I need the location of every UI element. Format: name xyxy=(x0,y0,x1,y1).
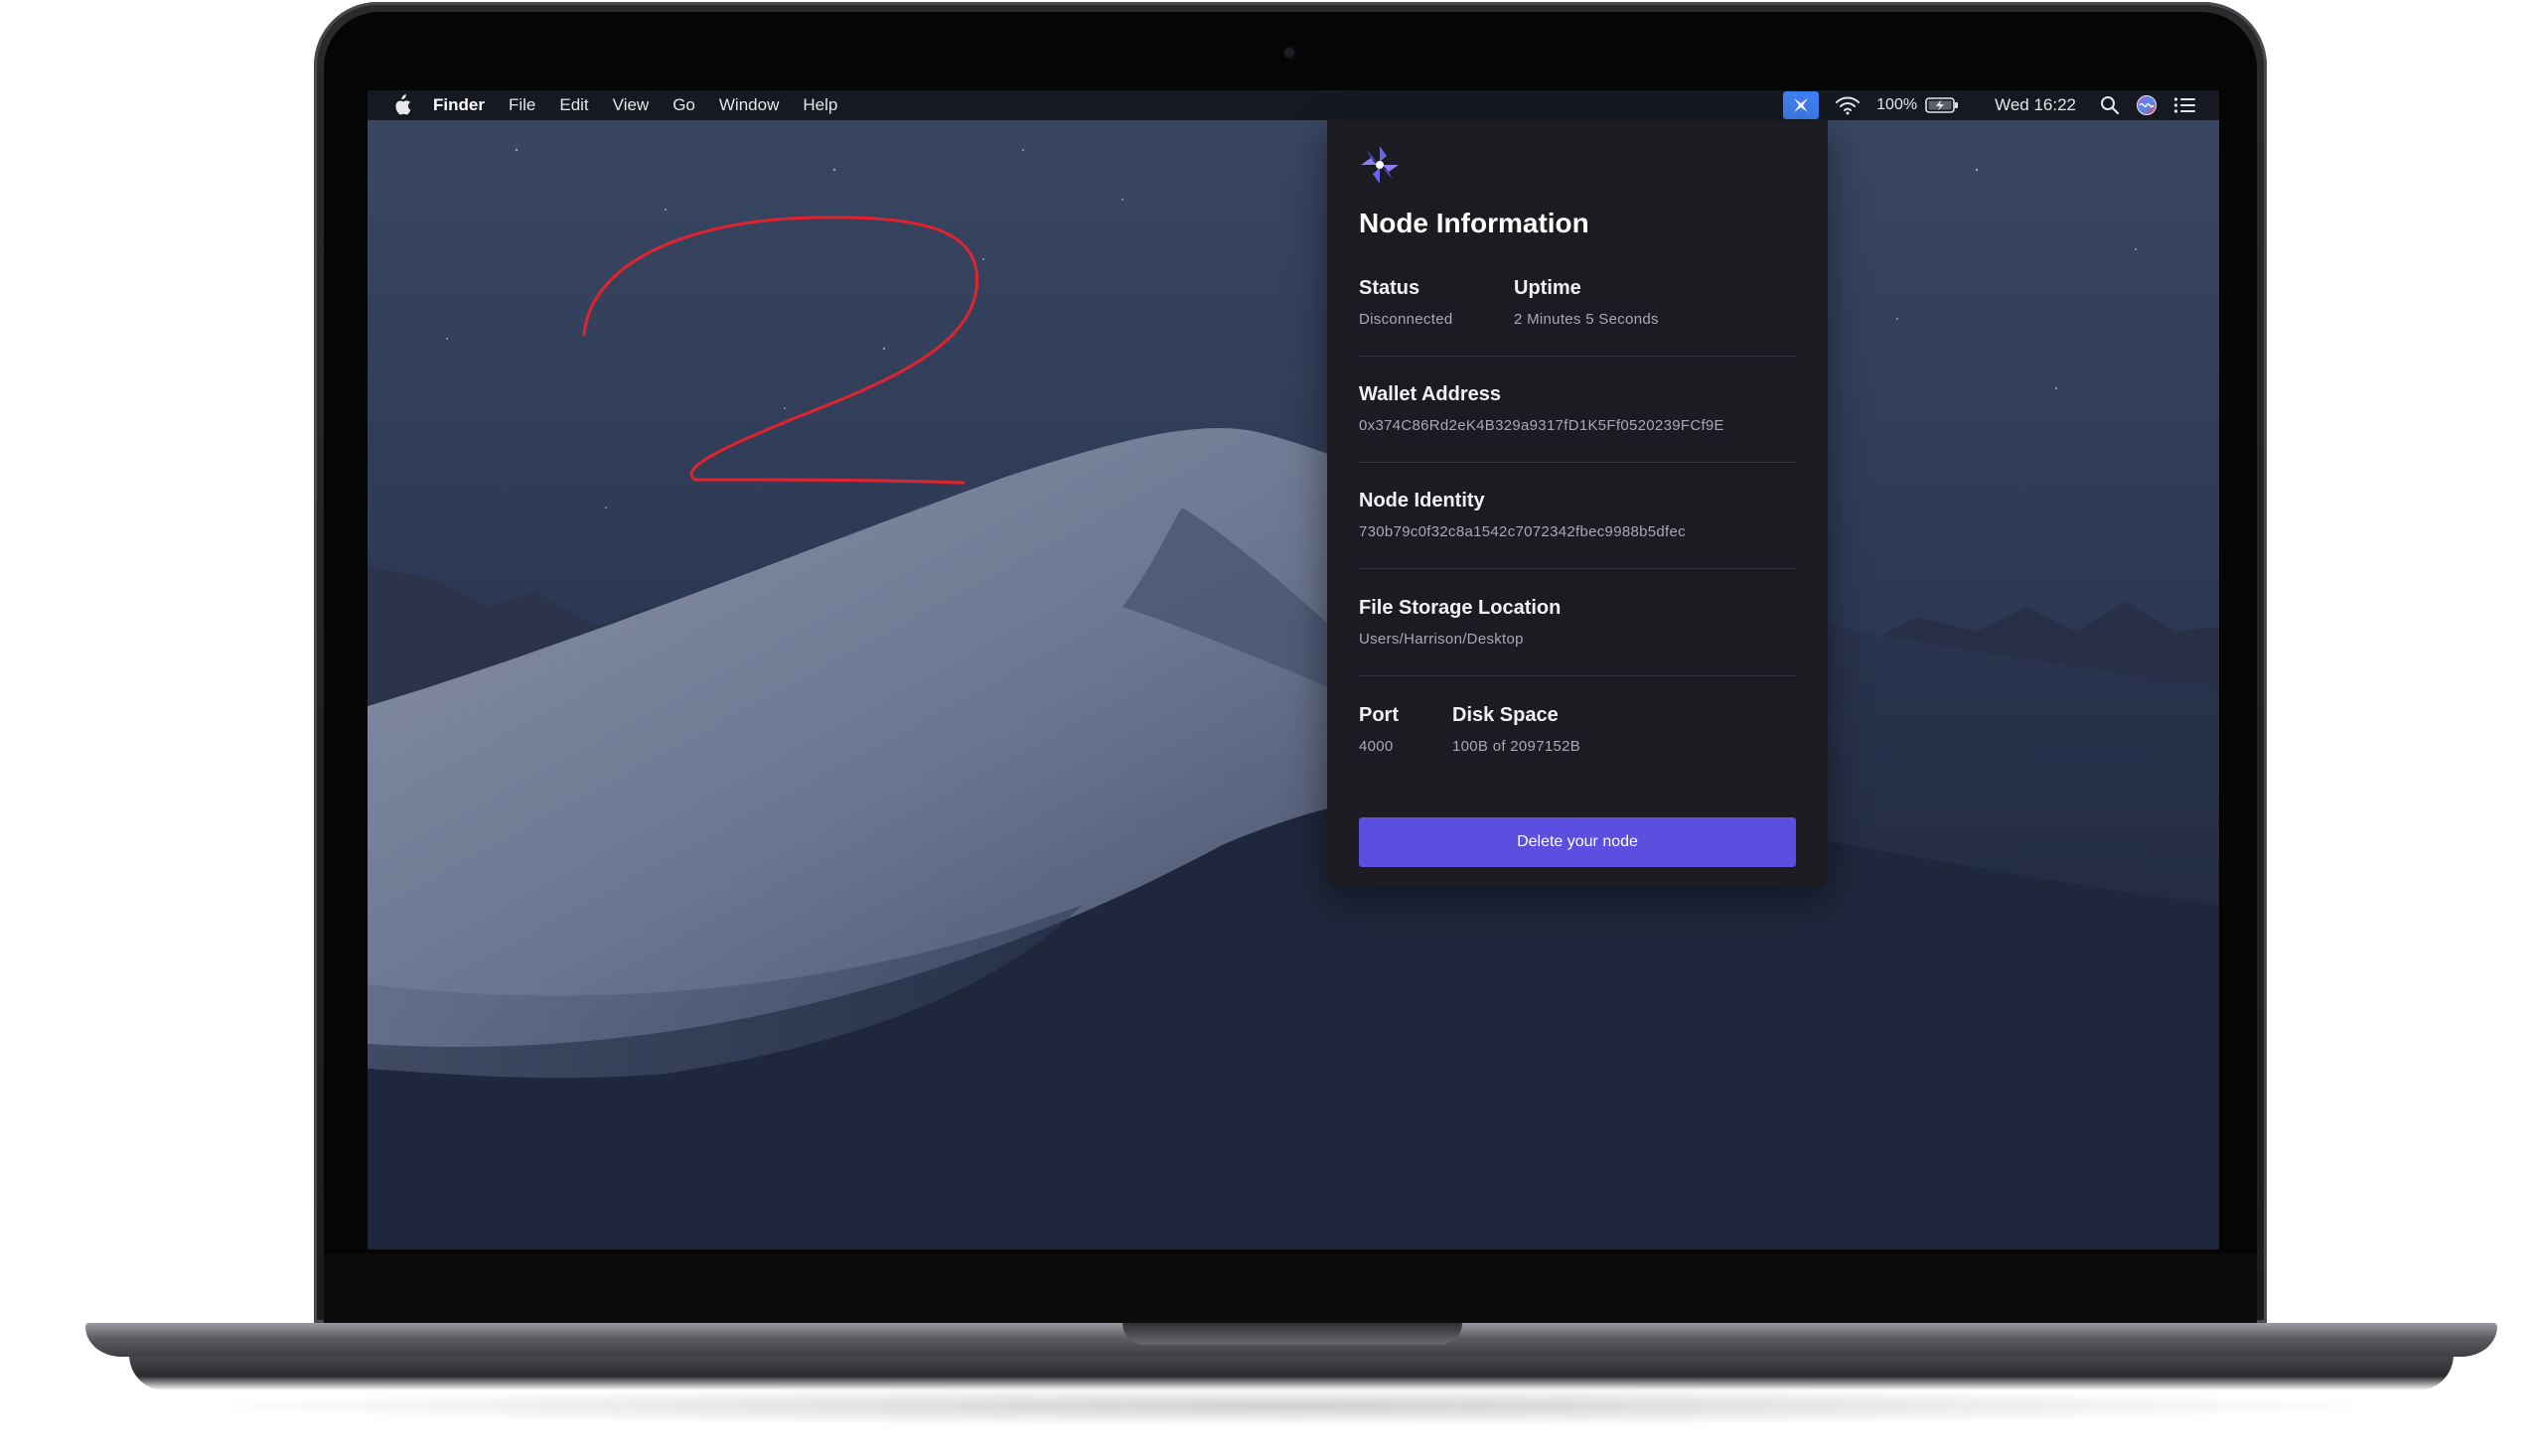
divider xyxy=(1359,462,1796,463)
laptop-base-underside xyxy=(129,1355,2454,1390)
delete-node-button[interactable]: Delete your node xyxy=(1359,817,1796,867)
uptime-value: 2 Minutes 5 Seconds xyxy=(1514,311,1659,328)
node-app-tray-icon[interactable] xyxy=(1783,91,1820,119)
search-icon[interactable] xyxy=(2100,95,2120,115)
file-storage-value[interactable]: Users/Harrison/Desktop xyxy=(1359,631,1524,648)
notification-center-icon[interactable] xyxy=(2173,96,2195,114)
camera xyxy=(1284,48,1294,58)
uptime-label: Uptime xyxy=(1514,277,1581,299)
screen-chin xyxy=(324,1253,2257,1323)
menu-help[interactable]: Help xyxy=(803,95,837,115)
menu-app-name[interactable]: Finder xyxy=(433,95,485,115)
menu-bar-clock[interactable]: Wed 16:22 xyxy=(1995,95,2076,115)
product-mockup: Finder File Edit View Go Window Help 100… xyxy=(0,0,2535,1456)
menu-bar: Finder File Edit View Go Window Help 100… xyxy=(368,90,2219,120)
status-value: Disconnected xyxy=(1359,311,1453,328)
desktop-wallpaper xyxy=(368,90,2219,1249)
wifi-icon[interactable] xyxy=(1835,95,1861,115)
port-value: 4000 xyxy=(1359,738,1394,755)
divider xyxy=(1359,675,1796,676)
disk-space-value: 100B of 2097152B xyxy=(1452,738,1581,755)
apple-icon[interactable] xyxy=(391,94,411,116)
node-identity-label: Node Identity xyxy=(1359,490,1485,511)
battery-icon[interactable] xyxy=(1925,96,1959,114)
node-info-popover: Node Information Status Disconnected Upt… xyxy=(1327,120,1828,887)
divider xyxy=(1359,568,1796,569)
app-logo-icon xyxy=(1357,142,1403,188)
menu-edit[interactable]: Edit xyxy=(559,95,588,115)
menu-file[interactable]: File xyxy=(509,95,535,115)
node-identity-value[interactable]: 730b79c0f32c8a1542c7072342fbec9988b5dfec xyxy=(1359,523,1686,540)
status-label: Status xyxy=(1359,277,1420,299)
lid-opening-notch xyxy=(1122,1323,1462,1345)
divider xyxy=(1359,356,1796,357)
menu-view[interactable]: View xyxy=(613,95,650,115)
menu-go[interactable]: Go xyxy=(672,95,695,115)
disk-space-label: Disk Space xyxy=(1452,704,1559,726)
port-label: Port xyxy=(1359,704,1399,726)
menu-bar-tray: 100% Wed 16:22 xyxy=(1783,90,2219,120)
wallet-address-label: Wallet Address xyxy=(1359,383,1501,405)
laptop-shadow xyxy=(179,1386,2404,1426)
siri-icon[interactable] xyxy=(2136,94,2158,116)
wallet-address-value[interactable]: 0x374C86Rd2eK4B329a9317fD1K5Ff0520239FCf… xyxy=(1359,417,1724,434)
menu-window[interactable]: Window xyxy=(719,95,779,115)
desktop-screen: Finder File Edit View Go Window Help 100… xyxy=(368,90,2219,1249)
file-storage-label: File Storage Location xyxy=(1359,597,1562,619)
popover-title: Node Information xyxy=(1359,208,1589,238)
battery-percent: 100% xyxy=(1876,96,1918,113)
